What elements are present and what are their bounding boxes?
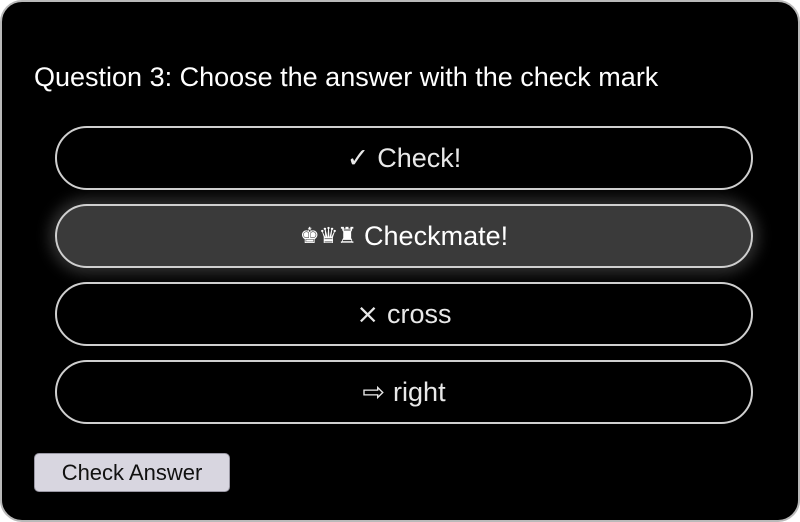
option-check[interactable]: ✓ Check!: [55, 126, 753, 190]
check-answer-button[interactable]: Check Answer: [34, 453, 230, 492]
answer-options: ✓ Check! ♚♛♜ Checkmate! × cross ⇨ right: [55, 126, 753, 438]
option-label: cross: [387, 298, 452, 329]
option-cross[interactable]: × cross: [55, 282, 753, 346]
cross-icon: ×: [356, 298, 380, 330]
option-right[interactable]: ⇨ right: [55, 360, 753, 424]
question-title: Question 3: Choose the answer with the c…: [34, 62, 659, 92]
quiz-card: Question 3: Choose the answer with the c…: [0, 0, 800, 522]
right-arrow-icon: ⇨: [362, 376, 386, 408]
option-checkmate[interactable]: ♚♛♜ Checkmate!: [55, 204, 753, 268]
option-label: right: [393, 376, 446, 407]
option-label: Checkmate!: [364, 220, 509, 251]
chess-pieces-icon: ♚♛♜: [299, 223, 357, 249]
check-mark-icon: ✓: [346, 142, 370, 174]
option-label: Check!: [377, 142, 462, 173]
